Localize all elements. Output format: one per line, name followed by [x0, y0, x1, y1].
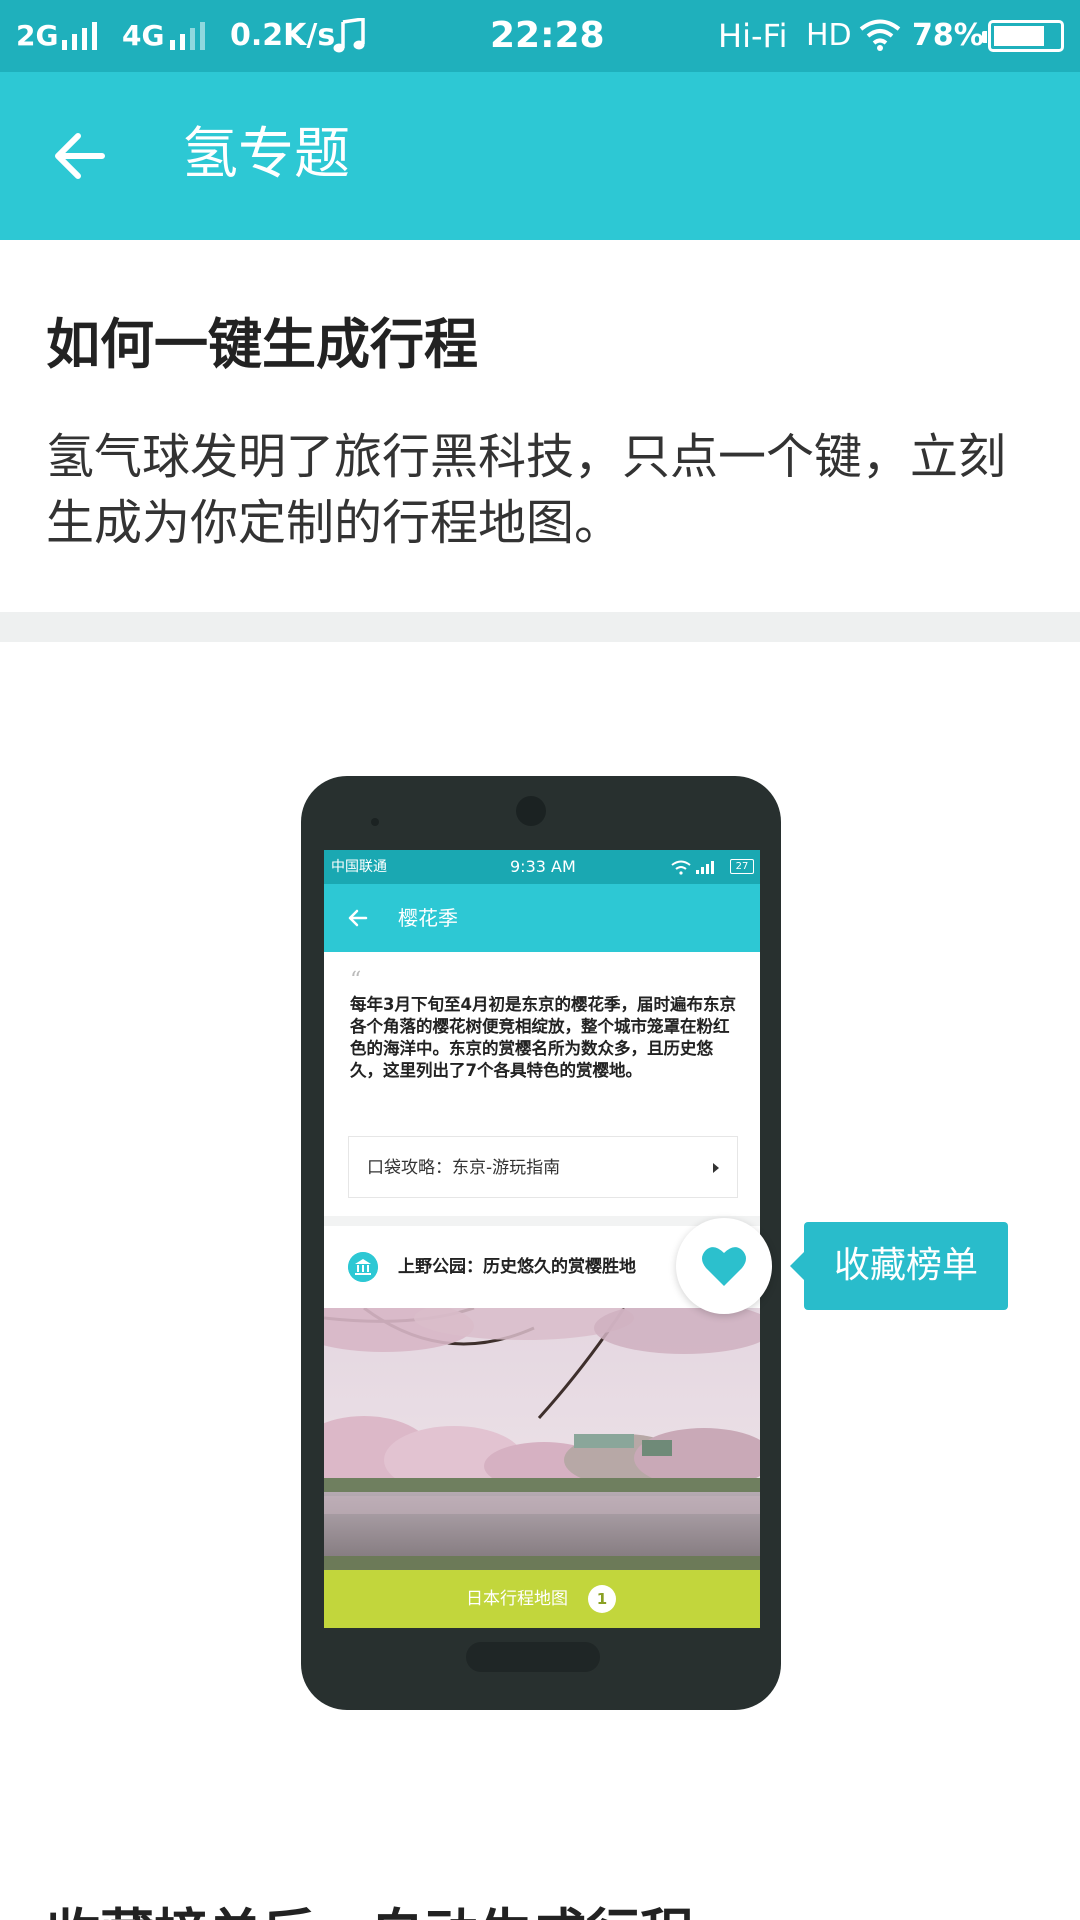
mock-carrier: 中国联通: [331, 859, 387, 875]
battery-icon: [982, 20, 1064, 52]
battery-percentage: 78%: [912, 18, 984, 53]
app-bar: 氢专题: [0, 72, 1080, 240]
mock-bottom-bar: 日本行程地图 1: [324, 1570, 760, 1628]
heart-icon: [702, 1247, 746, 1286]
status-bar: 2G 4G 0.2K/s 22:28 Hi-Fi HD 78%: [0, 0, 1080, 72]
wifi-icon: [859, 19, 901, 51]
mock-battery-icon: 27: [730, 859, 754, 874]
mock-back-arrow-icon: [348, 909, 368, 927]
mock-status-bar: 中国联通 9:33 AM 27: [324, 850, 760, 884]
section-heading: 收藏榜单后，自动生成行程: [46, 1890, 694, 1920]
favorite-list-callout: 收藏榜单: [790, 1222, 1008, 1310]
quote-mark: “: [350, 968, 362, 993]
mock-wifi-icon: [671, 860, 691, 875]
mock-signal-icon: [696, 861, 714, 874]
phone-home-button: [466, 1642, 600, 1672]
music-note-icon: [333, 18, 365, 53]
mock-guide-card: 口袋攻略：东京-游玩指南: [348, 1136, 738, 1198]
article-description: 氢气球发明了旅行黑科技，只点一个键，立刻生成为你定制的行程地图。: [46, 429, 1007, 551]
mock-place-label: 上野公园：历史悠久的赏樱胜地: [398, 1257, 636, 1277]
network-type-2g: 2G: [16, 19, 59, 52]
clock: 22:28: [490, 15, 605, 56]
section-divider: [0, 612, 1080, 642]
signal-icon: [170, 22, 205, 50]
hd-indicator: HD: [806, 18, 852, 53]
signal-icon: [62, 22, 97, 50]
phone-sensor: [371, 818, 379, 826]
phone-camera: [516, 796, 546, 826]
network-type-4g: 4G: [122, 19, 165, 52]
favorite-button: [676, 1218, 772, 1314]
mock-intro-text: 每年3月下旬至4月初是东京的樱花季，届时遍布东京各个角落的樱花树便竞相绽放，整个…: [350, 995, 736, 1080]
landmark-icon: [348, 1252, 378, 1282]
network-speed: 0.2K/s: [230, 18, 336, 53]
mock-clock: 9:33 AM: [510, 857, 576, 876]
mock-itinerary-count-badge: 1: [588, 1585, 616, 1613]
hifi-indicator: Hi-Fi: [718, 17, 788, 55]
battery-level: [994, 26, 1044, 46]
mock-app-bar: 樱花季: [324, 884, 760, 952]
mock-divider: [324, 1216, 760, 1226]
article-title: 如何一键生成行程: [46, 313, 478, 376]
screen-root: 2G 4G 0.2K/s 22:28 Hi-Fi HD 78% 氢专题 如何一键…: [0, 0, 1080, 1920]
chevron-right-icon: [713, 1163, 719, 1173]
page-title: 氢专题: [182, 122, 350, 187]
back-arrow-icon[interactable]: [40, 114, 124, 198]
cherry-blossom-photo: [324, 1308, 760, 1570]
mock-screen-title: 樱花季: [398, 906, 458, 930]
mock-guide-card-label: 口袋攻略：东京-游玩指南: [367, 1158, 561, 1178]
mock-itinerary-map-label: 日本行程地图: [466, 1589, 568, 1609]
